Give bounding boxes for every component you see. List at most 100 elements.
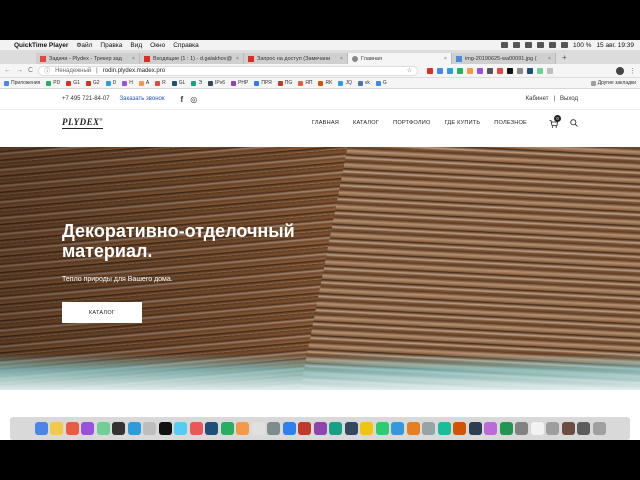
extension-icon[interactable]: [547, 67, 554, 74]
dock-app-icon[interactable]: [515, 422, 528, 435]
callback-link[interactable]: Заказать звонок: [120, 96, 165, 102]
menu-view[interactable]: Вид: [130, 42, 142, 49]
bookmark[interactable]: Э: [191, 80, 202, 86]
extension-icon[interactable]: [437, 67, 444, 74]
extension-icon[interactable]: [427, 67, 434, 74]
bookmark[interactable]: vk: [357, 80, 370, 86]
bookmark[interactable]: ПРЯ: [254, 80, 272, 86]
bookmark-other[interactable]: Другие закладки: [590, 80, 636, 86]
bookmark[interactable]: A: [138, 80, 149, 86]
nav-home[interactable]: ГЛАВНАЯ: [312, 120, 339, 126]
exit-link[interactable]: Выход: [560, 96, 578, 102]
dock-app-icon[interactable]: [298, 422, 311, 435]
nav-where-to-buy[interactable]: ГДЕ КУПИТЬ: [445, 120, 481, 126]
dock-app-icon[interactable]: [174, 422, 187, 435]
bookmark[interactable]: R: [155, 80, 166, 86]
dock-app-icon[interactable]: [484, 422, 497, 435]
reload-icon[interactable]: C: [28, 67, 33, 74]
tab-close-icon[interactable]: ×: [236, 56, 239, 62]
dock-app-icon[interactable]: [34, 422, 48, 435]
extension-icon[interactable]: [467, 67, 474, 74]
info-icon[interactable]: ⓘ: [44, 66, 50, 75]
dock-app-icon[interactable]: [422, 422, 435, 435]
menu-edit[interactable]: Правка: [100, 42, 122, 49]
star-icon[interactable]: ☆: [407, 67, 412, 74]
battery-percent[interactable]: 100 %: [573, 42, 591, 49]
status-icon[interactable]: [549, 42, 556, 48]
tab[interactable]: Задачи - Plydex - Трекер зад ×: [36, 53, 140, 64]
url-input[interactable]: ⓘ Ненадежный | rodin.plydex.madex.pro ☆: [38, 65, 419, 76]
new-tab-icon[interactable]: +: [556, 53, 573, 62]
phone-link[interactable]: +7 495 721-84-07: [62, 96, 110, 102]
bookmark[interactable]: G1: [66, 80, 80, 86]
bookmark[interactable]: IPv6: [208, 80, 225, 86]
profile-avatar[interactable]: [616, 66, 624, 75]
tab-close-icon[interactable]: ×: [444, 56, 447, 62]
dock-app-icon[interactable]: [65, 422, 79, 435]
tab-close-icon[interactable]: ×: [132, 56, 135, 62]
bookmark[interactable]: ЯП: [298, 80, 312, 86]
dock-app-icon[interactable]: [561, 422, 575, 435]
more-menu-icon[interactable]: ⋮: [629, 67, 636, 75]
dock-app-icon[interactable]: [282, 422, 296, 435]
clock[interactable]: 15 авг. 19:39: [596, 42, 634, 49]
hero-catalog-button[interactable]: КАТАЛОГ: [62, 302, 142, 323]
dock-app-icon[interactable]: [220, 422, 234, 435]
dock-app-icon[interactable]: [127, 422, 141, 435]
extension-icon[interactable]: [457, 67, 464, 74]
extension-icon[interactable]: [477, 67, 484, 74]
dock-app-icon[interactable]: [592, 422, 606, 435]
dock-app-icon[interactable]: [329, 422, 342, 435]
dock-app-icon[interactable]: [251, 422, 265, 435]
extension-icon[interactable]: [517, 67, 524, 74]
status-icon[interactable]: [537, 42, 544, 48]
tab-active[interactable]: Главная ×: [348, 53, 452, 64]
dock-app-icon[interactable]: [158, 422, 172, 435]
bookmark[interactable]: G: [375, 80, 387, 86]
dock-app-icon[interactable]: [499, 422, 513, 435]
tab-close-icon[interactable]: ×: [340, 56, 343, 62]
dock-app-icon[interactable]: [50, 422, 63, 435]
status-icon[interactable]: [525, 42, 532, 48]
dock-app-icon[interactable]: [205, 422, 218, 435]
extension-icon[interactable]: [527, 67, 534, 74]
dock-app-icon[interactable]: [530, 422, 544, 435]
tab[interactable]: Запрос на доступ (Замечани ×: [244, 53, 348, 64]
dock-app-icon[interactable]: [313, 422, 327, 435]
nav-useful[interactable]: ПОЛЕЗНОЕ: [494, 120, 527, 126]
extension-icon[interactable]: [497, 67, 504, 74]
extension-icon[interactable]: [487, 67, 494, 74]
dock-app-icon[interactable]: [267, 422, 280, 435]
extension-icon[interactable]: [507, 67, 514, 74]
tab[interactable]: img-20190625-wa00091.jpg (×: [452, 53, 556, 64]
cart-icon[interactable]: 0: [549, 114, 561, 128]
bookmark[interactable]: H: [122, 80, 133, 86]
extension-icon[interactable]: [537, 67, 544, 74]
app-name[interactable]: QuickTime Player: [14, 42, 68, 49]
dock-app-icon[interactable]: [96, 422, 110, 435]
tab-close-icon[interactable]: ×: [548, 56, 551, 62]
forward-icon[interactable]: →: [16, 67, 23, 74]
dock-app-icon[interactable]: [437, 422, 451, 435]
dock-app-icon[interactable]: [189, 422, 203, 435]
menu-file[interactable]: Файл: [76, 42, 92, 49]
bookmark[interactable]: JQ: [338, 80, 352, 86]
instagram-icon[interactable]: ◎: [190, 95, 197, 104]
bookmark[interactable]: RK: [318, 80, 332, 86]
dock-app-icon[interactable]: [236, 422, 249, 435]
dock-app-icon[interactable]: [468, 422, 482, 435]
back-icon[interactable]: ←: [4, 67, 11, 74]
nav-portfolio[interactable]: ПОРТФОЛИО: [393, 120, 430, 126]
menu-window[interactable]: Окно: [150, 42, 165, 49]
dock-app-icon[interactable]: [391, 422, 404, 435]
dock-app-icon[interactable]: [143, 422, 156, 435]
facebook-icon[interactable]: f: [181, 95, 184, 104]
dock-app-icon[interactable]: [406, 422, 420, 435]
dock-app-icon[interactable]: [112, 422, 125, 435]
dock-app-icon[interactable]: [81, 422, 94, 435]
wifi-icon[interactable]: [561, 42, 568, 48]
bookmark-apps[interactable]: Приложения: [4, 80, 40, 86]
site-logo[interactable]: PLYDEX®: [62, 117, 104, 129]
bookmark[interactable]: D: [105, 80, 116, 86]
cabinet-link[interactable]: Кабинет: [526, 96, 549, 102]
